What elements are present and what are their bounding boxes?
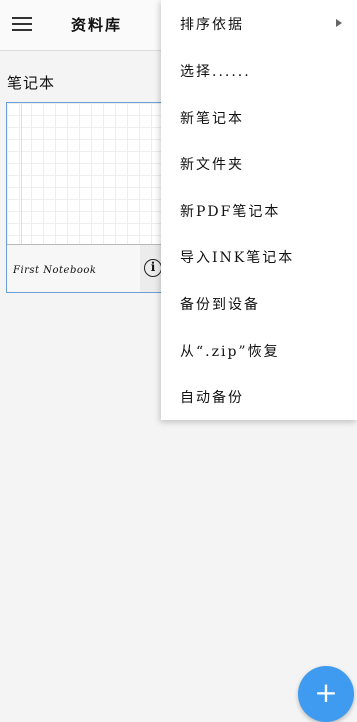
chevron-right-icon (336, 19, 342, 27)
menu-item-label: 新文件夹 (180, 157, 244, 173)
page-title: 资料库 (71, 16, 123, 34)
menu-item-label: 排序依据 (180, 17, 244, 33)
hamburger-line (12, 29, 32, 31)
menu-item-label: 新PDF笔记本 (180, 204, 281, 220)
hamburger-menu-icon[interactable] (12, 16, 32, 32)
menu-item-label: 新笔记本 (180, 111, 244, 127)
section-title-notebooks: 笔记本 (7, 74, 56, 92)
notebook-name: First Notebook (13, 265, 97, 276)
plus-icon: + (314, 676, 338, 709)
menu-item-label: 导入INK笔记本 (180, 250, 295, 266)
menu-item-label: 自动备份 (180, 390, 244, 406)
menu-item-label: 选择...... (180, 64, 251, 80)
hamburger-line (12, 23, 32, 25)
hamburger-line (12, 17, 32, 19)
notebook-card[interactable]: First Notebook i (6, 102, 170, 293)
info-icon: i (144, 259, 162, 277)
menu-item-backup-to-device[interactable]: 备份到设备 (161, 280, 357, 326)
menu-item-restore-from-zip[interactable]: 从“.zip”恢复 (161, 327, 357, 373)
menu-item-new-folder[interactable]: 新文件夹 (161, 140, 357, 186)
add-button[interactable]: + (298, 666, 354, 722)
menu-item-select[interactable]: 选择...... (161, 47, 357, 93)
overflow-menu: 排序依据 选择...... 新笔记本 新文件夹 新PDF笔记本 导入INK笔记本… (161, 0, 357, 420)
menu-item-import-ink-notebook[interactable]: 导入INK笔记本 (161, 233, 357, 279)
notebook-cover[interactable] (7, 103, 168, 245)
menu-item-label: 从“.zip”恢复 (180, 344, 280, 360)
menu-item-new-notebook[interactable]: 新笔记本 (161, 94, 357, 140)
menu-item-sort-by[interactable]: 排序依据 (161, 0, 357, 46)
notebook-footer: First Notebook i (7, 245, 170, 292)
menu-item-auto-backup[interactable]: 自动备份 (161, 373, 357, 419)
menu-item-new-pdf-notebook[interactable]: 新PDF笔记本 (161, 187, 357, 233)
menu-item-label: 备份到设备 (180, 297, 260, 313)
